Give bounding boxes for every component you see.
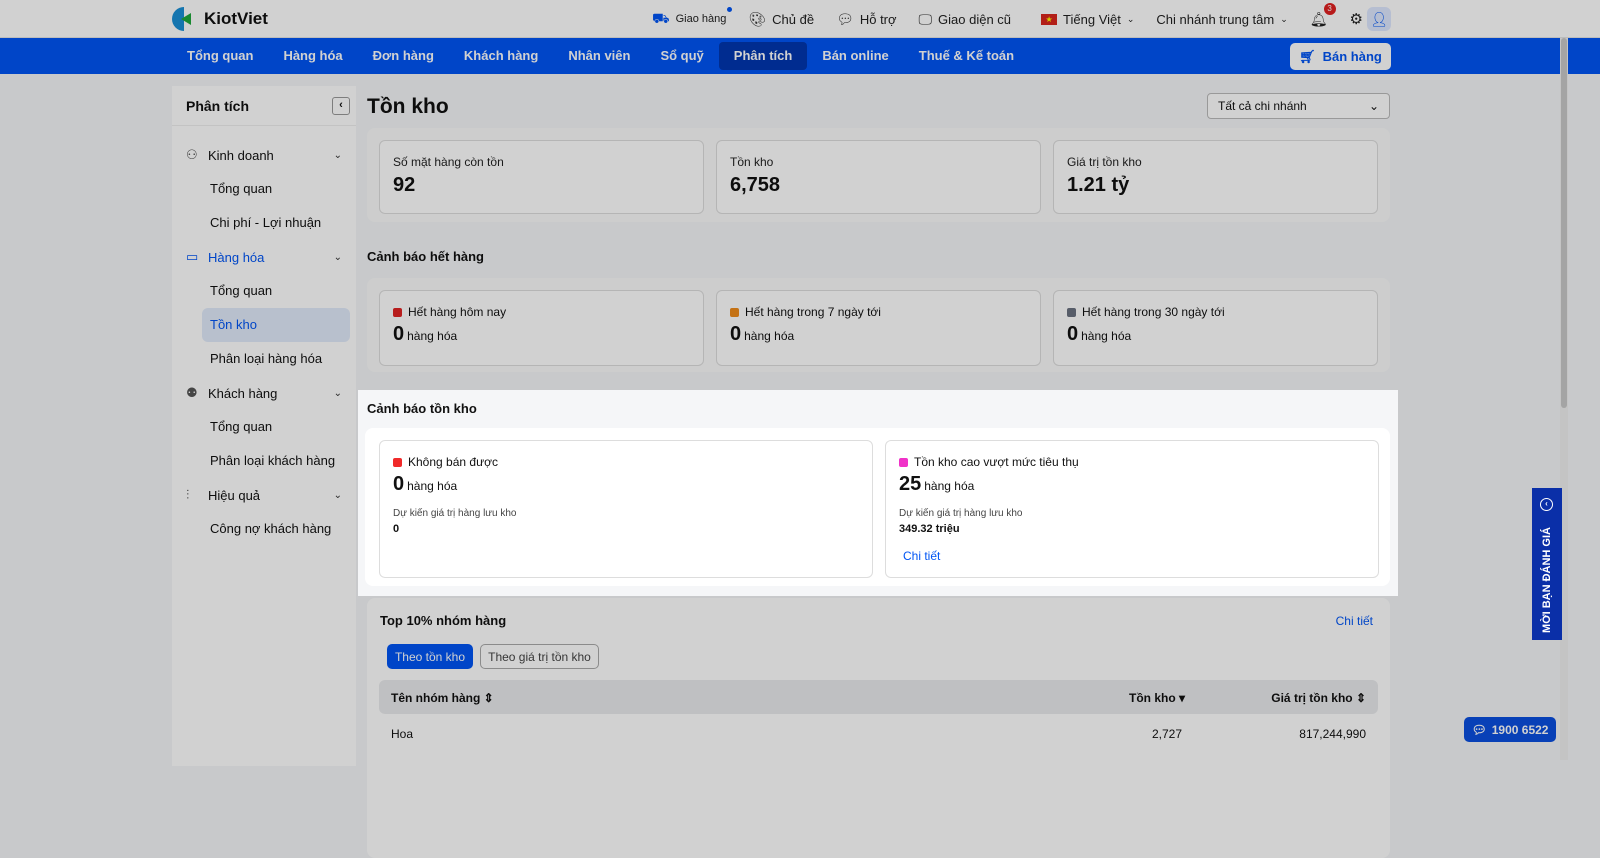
chevron-down-icon: ⌄ [1126, 13, 1135, 24]
sidebar-item[interactable]: Phân loại hàng hóa [202, 342, 350, 376]
table-row[interactable]: Hoa 2,727 817,244,990 [379, 716, 1378, 746]
logo[interactable]: KiotViet [172, 7, 268, 31]
status-square-icon [393, 307, 402, 317]
scrollbar[interactable] [1560, 38, 1568, 760]
status-square-icon [1067, 307, 1076, 317]
rate-us-button[interactable]: ‹ MỜI BẠN ĐÁNH GIÁ [1532, 488, 1562, 640]
summary-card: Số mặt hàng còn tồn 92 [379, 140, 704, 214]
vietnam-flag-icon: ★ [1041, 13, 1058, 25]
nav-item[interactable]: Sổ quỹ [645, 42, 718, 70]
stock-warning-section: Cảnh báo tồn kho Không bán được 0 hàng hóa… [358, 390, 1398, 596]
top-bar: KiotViet ⛟ Giao hàng 🎨︎ Chủ đề 💬︎ Hỗ trợ 🖵 G… [0, 0, 1600, 38]
tab-by-stock-value[interactable]: Theo giá trị tồn kho [480, 644, 599, 669]
status-square-icon [730, 307, 739, 317]
col-group-name[interactable]: Tên nhóm hàng ⇕ [391, 691, 494, 705]
tab-by-stock[interactable]: Theo tồn kho [387, 644, 473, 669]
sidebar: Phân tích ‹ ⚇ Kinh doanh ⌄ Tổng quan Chi phí … [172, 86, 356, 766]
chevron-left-icon: ‹ [1540, 498, 1553, 511]
truck-icon: ⛟ [651, 9, 670, 26]
nav-item[interactable]: Khách hàng [449, 42, 553, 70]
chevron-down-icon: ⌄ [333, 149, 342, 161]
sidebar-item[interactable]: Chi phí - Lợi nhuận [202, 206, 350, 240]
gear-icon[interactable]: ⚙ [1350, 10, 1363, 28]
handshake-icon: ⚇ [186, 147, 198, 162]
avatar[interactable]: 👤︎ [1367, 7, 1391, 31]
col-stock[interactable]: Tồn kho ▾ [1129, 691, 1185, 705]
out-of-stock-card[interactable]: Hết hàng trong 7 ngày tới 0 hàng hóa [716, 290, 1041, 366]
old-ui-button[interactable]: 🖵 Giao diện cũ [919, 11, 1012, 28]
sell-button[interactable]: 🛒︎ Bán hàng [1290, 43, 1391, 70]
out-of-stock-card[interactable]: Hết hàng hôm nay 0 hàng hóa [379, 290, 704, 366]
nav-item[interactable]: Bán online [807, 42, 903, 70]
section-title: Cảnh báo hết hàng [367, 249, 484, 264]
chevron-down-icon: ⌄ [1280, 13, 1288, 24]
section-title: Cảnh báo tồn kho [367, 401, 477, 416]
stock-warning-card: Tồn kho cao vượt mức tiêu thụ 25 hàng hóa D… [885, 440, 1379, 578]
customers-icon: ⚉ [186, 385, 198, 400]
collapse-sidebar-button[interactable]: ‹ [332, 96, 350, 115]
sidebar-title: Phân tích [186, 97, 250, 114]
sidebar-group[interactable]: ⫶ Hiệu quả ⌄ [172, 478, 356, 512]
sidebar-item[interactable]: Tồn kho [202, 308, 350, 342]
table-header: Tên nhóm hàng ⇕ Tồn kho ▾ Giá trị tồn kh… [379, 680, 1378, 714]
notification-button[interactable]: 🔔︎ 3 [1310, 2, 1336, 28]
chat-icon: 💬︎ [836, 10, 854, 27]
chevron-down-icon: ⌄ [333, 489, 342, 501]
sidebar-item[interactable]: Tổng quan [202, 172, 350, 206]
branch-filter-select[interactable]: Tất cả chi nhánh ⌄ [1207, 93, 1390, 119]
status-square-icon [899, 457, 908, 467]
box-icon: ▭ [186, 249, 199, 264]
summary-card: Tồn kho 6,758 [716, 140, 1041, 214]
out-of-stock-card[interactable]: Hết hàng trong 30 ngày tới 0 hàng hóa [1053, 290, 1378, 366]
chat-icon: 💬︎ [1471, 722, 1487, 737]
delivery-button[interactable]: ⛟ Giao hàng [651, 6, 733, 29]
branch-select[interactable]: Chi nhánh trung tâm ⌄ [1156, 12, 1287, 27]
notification-badge: 3 [1323, 2, 1336, 15]
chart-icon: ⫶ [186, 487, 190, 502]
top-detail-link[interactable]: Chi tiết [1336, 614, 1373, 628]
sidebar-item[interactable]: Công nợ khách hàng [202, 512, 350, 546]
nav-item[interactable]: Tổng quan [172, 42, 268, 70]
col-stock-value[interactable]: Giá trị tồn kho ⇕ [1271, 691, 1366, 705]
nav-item[interactable]: Phân tích [718, 42, 808, 70]
nav-item[interactable]: Đơn hàng [358, 42, 449, 70]
hotline-button[interactable]: 💬︎ 1900 6522 [1464, 717, 1556, 742]
summary-card: Giá trị tồn kho 1.21 tỷ [1053, 140, 1378, 214]
sidebar-group[interactable]: ⚉ Khách hàng ⌄ [172, 376, 356, 410]
monitor-icon: 🖵 [918, 10, 933, 27]
chevron-down-icon: ⌄ [333, 251, 342, 263]
main-nav: Tổng quan Hàng hóa Đơn hàng Khách hàng Nhân … [0, 38, 1600, 74]
chevron-down-icon: ⌄ [333, 387, 342, 399]
sidebar-item[interactable]: Phân loại khách hàng [202, 444, 350, 478]
nav-item[interactable]: Hàng hóa [268, 42, 357, 70]
theme-button[interactable]: 🎨︎ Chủ đề [748, 11, 814, 28]
sidebar-item[interactable]: Tổng quan [202, 410, 350, 444]
section-title: Top 10% nhóm hàng [380, 613, 507, 628]
status-square-icon [393, 457, 402, 467]
page-title: Tồn kho [367, 95, 449, 118]
logo-icon [172, 7, 196, 31]
sidebar-group[interactable]: ⚇ Kinh doanh ⌄ [172, 138, 356, 172]
language-select[interactable]: ★ Tiếng Việt ⌄ [1041, 12, 1134, 27]
new-dot [727, 6, 733, 12]
stock-warning-card: Không bán được 0 hàng hóa Dự kiến giá trị h… [379, 440, 873, 578]
palette-icon: 🎨︎ [748, 10, 767, 27]
sidebar-group[interactable]: ▭ Hàng hóa ⌄ [172, 240, 356, 274]
detail-link[interactable]: Chi tiết [903, 549, 940, 563]
chevron-down-icon: ⌄ [1368, 99, 1379, 113]
sidebar-item[interactable]: Tổng quan [202, 274, 350, 308]
support-button[interactable]: 💬︎ Hỗ trợ [836, 11, 896, 28]
cart-icon: 🛒︎ [1299, 48, 1316, 64]
nav-item[interactable]: Thuế & Kế toán [904, 42, 1029, 70]
nav-item[interactable]: Nhân viên [553, 42, 645, 70]
